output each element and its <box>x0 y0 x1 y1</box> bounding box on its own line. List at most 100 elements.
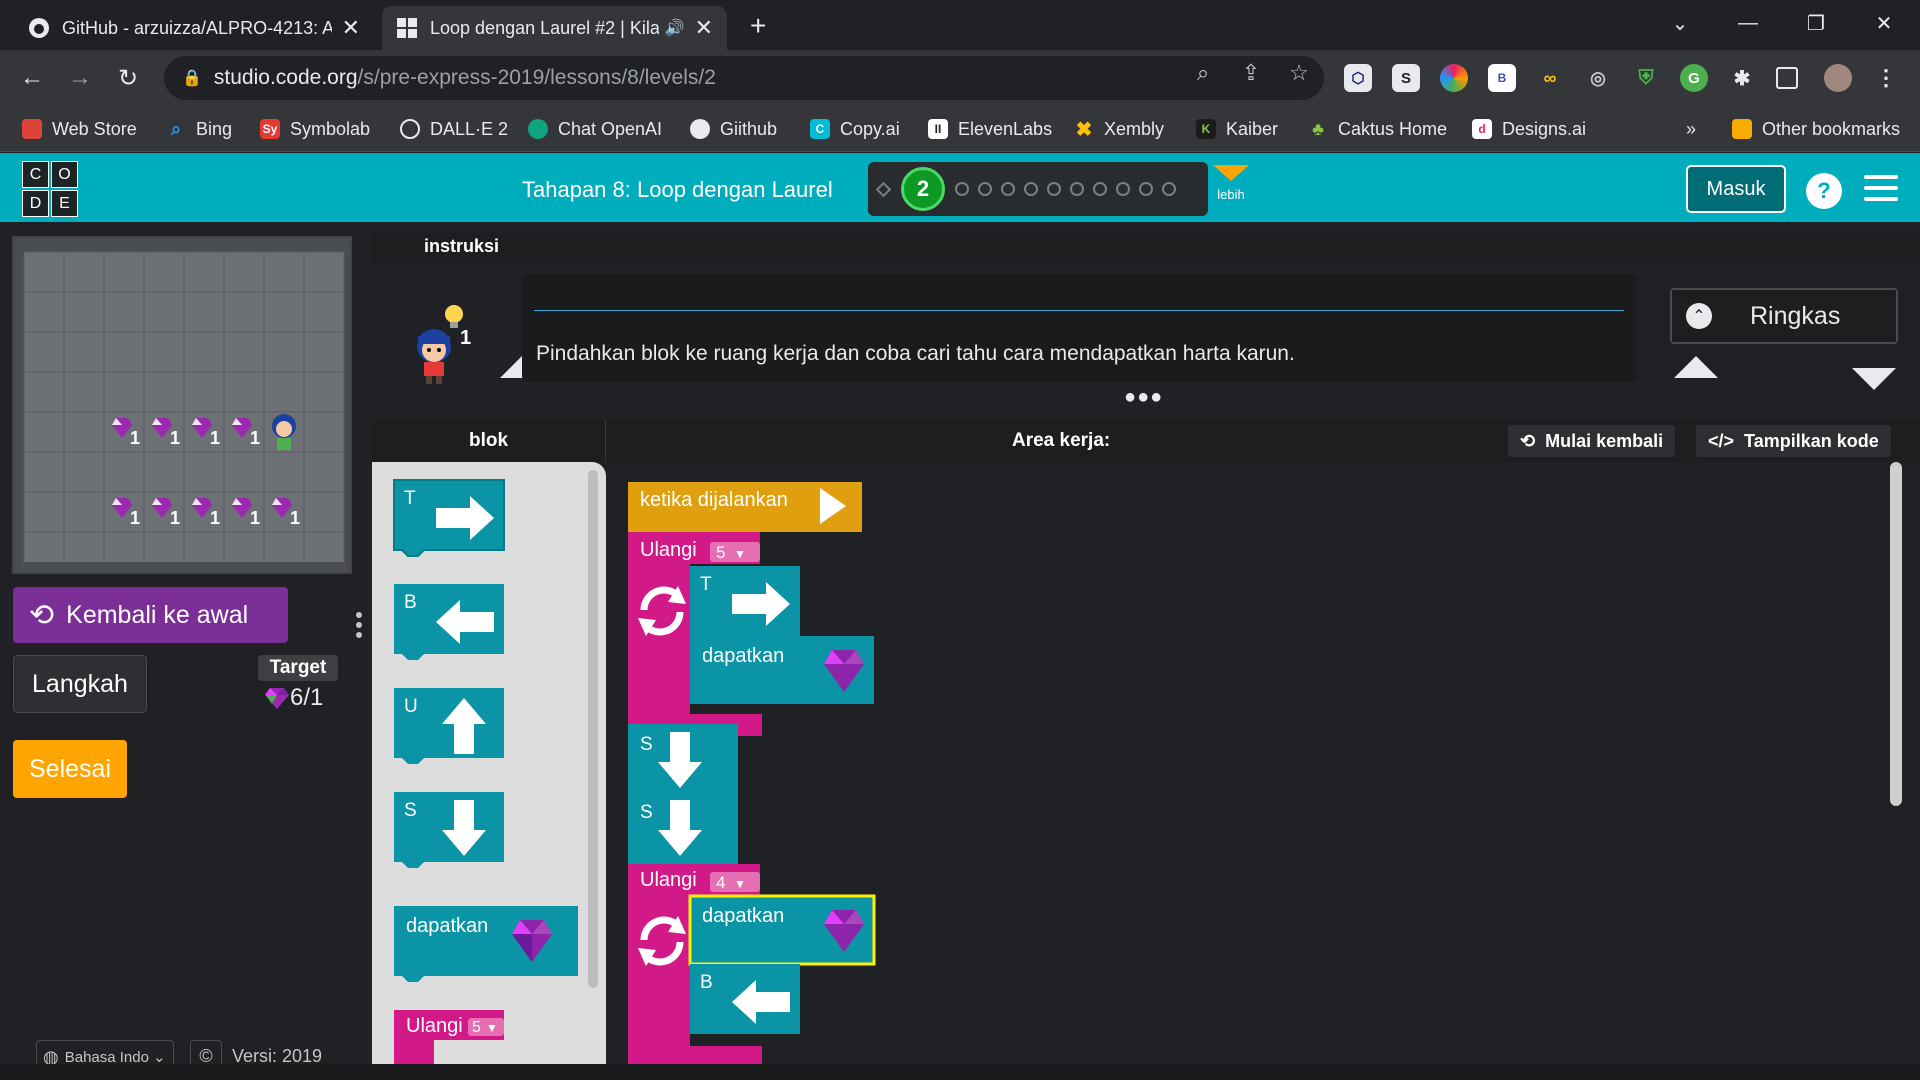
bookmark-star-icon[interactable]: ☆ <box>1284 58 1314 88</box>
level-dot[interactable] <box>1047 182 1061 196</box>
bookmark-kaiber[interactable]: K Kaiber <box>1196 114 1278 144</box>
extension-color-icon[interactable] <box>1440 64 1468 92</box>
scroll-up-icon[interactable] <box>1674 356 1718 378</box>
level-dot[interactable] <box>955 182 969 196</box>
level-dot[interactable] <box>1093 182 1107 196</box>
zoom-icon[interactable]: ⌕ <box>1188 58 1218 88</box>
collapse-instructions-button[interactable]: ⌃ Ringkas <box>1670 288 1898 344</box>
bookmark-designs-ai[interactable]: d Designs.ai <box>1472 114 1586 144</box>
level-dot[interactable] <box>1139 182 1153 196</box>
toolbox-title: blok <box>372 420 606 462</box>
bookmark-github[interactable]: Giithub <box>690 114 777 144</box>
hamburger-menu-icon[interactable] <box>1864 175 1898 205</box>
program-move-east[interactable]: T <box>690 566 800 636</box>
step-button[interactable]: Langkah <box>13 655 147 713</box>
current-level-bubble[interactable]: 2 <box>901 167 945 211</box>
scroll-down-icon[interactable] <box>1852 368 1896 390</box>
show-code-button[interactable]: </> Tampilkan kode <box>1696 425 1891 457</box>
address-bar[interactable]: 🔒 studio.code.org/s/pre-express-2019/les… <box>164 56 1324 100</box>
share-icon[interactable]: ⇪ <box>1236 58 1266 88</box>
extension-glasses-icon[interactable]: ◎ <box>1584 64 1612 92</box>
new-tab-icon[interactable]: + <box>750 10 766 42</box>
sign-in-button[interactable]: Masuk <box>1686 165 1786 213</box>
program-move-west[interactable]: B <box>690 964 800 1034</box>
extension-grammar-icon[interactable]: G <box>1680 64 1708 92</box>
back-icon[interactable]: ← <box>14 60 50 96</box>
when-run-block[interactable]: ketika dijalankan <box>628 482 862 532</box>
instructions-header: instruksi <box>372 232 1920 262</box>
restart-button[interactable]: ⟲ Mulai kembali <box>1508 425 1676 457</box>
search-icon: ⌕ <box>170 118 182 139</box>
bookmark-caktus[interactable]: ♣ Caktus Home <box>1308 114 1447 144</box>
stage-title[interactable]: Tahapan 8: Loop dengan Laurel <box>522 177 833 203</box>
repeat-count: 5 <box>472 1019 481 1036</box>
program-collect-2[interactable]: dapatkan <box>688 894 876 966</box>
program-collect-1[interactable]: dapatkan <box>690 636 874 704</box>
level-dot[interactable] <box>1001 182 1015 196</box>
block-label: dapatkan <box>702 645 784 667</box>
cactus-icon: ♣ <box>1312 118 1324 139</box>
gem-count: 1 <box>250 508 260 528</box>
level-dot[interactable] <box>1024 182 1038 196</box>
toolbox-block-repeat[interactable]: Ulangi 5 ▼ <box>394 1010 504 1064</box>
browser-menu-icon[interactable]: ⋮ <box>1872 64 1900 92</box>
close-tab-icon[interactable]: ✕ <box>695 15 713 41</box>
bookmark-elevenlabs[interactable]: II ElevenLabs <box>928 114 1052 144</box>
toolbox-block-move-west[interactable]: B <box>394 584 504 660</box>
block-label: Ulangi <box>640 539 697 561</box>
close-window-icon[interactable]: ✕ <box>1854 0 1914 46</box>
browser-tab-github[interactable]: GitHub - arzuizza/ALPRO-4213: A ✕ <box>14 6 374 50</box>
tab-title: Loop dengan Laurel #2 | Kila <box>430 17 659 38</box>
extension-icon[interactable]: ⬡ <box>1344 64 1372 92</box>
workspace-scrollbar[interactable] <box>1890 462 1902 806</box>
restore-icon[interactable]: ❐ <box>1786 0 1846 46</box>
extension-shield-icon[interactable]: ⛨ <box>1632 64 1660 92</box>
bookmark-web-store[interactable]: Web Store <box>22 114 137 144</box>
tab-search-icon[interactable]: ⌄ <box>1650 0 1710 46</box>
program-move-south-2[interactable]: S <box>628 794 738 864</box>
resize-ellipsis-icon[interactable]: ●●● <box>1124 386 1163 409</box>
bookmark-bing[interactable]: ⌕ Bing <box>166 114 232 144</box>
speaker-icon[interactable]: 🔊 <box>665 18 685 38</box>
toolbox-block-collect[interactable]: dapatkan <box>394 906 578 982</box>
forward-icon[interactable]: → <box>62 60 98 96</box>
tab-title: GitHub - arzuizza/ALPRO-4213: A <box>62 17 332 38</box>
bookmarks-overflow-button[interactable]: » <box>1686 114 1696 144</box>
extension-infinity-icon[interactable]: ∞ <box>1536 64 1564 92</box>
finish-button[interactable]: Selesai <box>13 740 127 798</box>
profile-avatar[interactable] <box>1824 64 1852 92</box>
block-label: S <box>640 734 653 755</box>
bookmark-dalle[interactable]: DALL·E 2 <box>400 114 508 144</box>
resize-handle[interactable] <box>356 612 364 642</box>
toolbox-scrollbar[interactable] <box>588 470 598 988</box>
extension-s-icon[interactable]: S <box>1392 64 1420 92</box>
more-levels-button[interactable]: lebih <box>1212 165 1250 202</box>
reset-button[interactable]: ⟲ Kembali ke awal <box>13 587 288 643</box>
bookmark-chat-openai[interactable]: Chat OpenAI <box>528 114 662 144</box>
code-org-logo[interactable]: CODE <box>22 161 78 217</box>
close-tab-icon[interactable]: ✕ <box>342 15 360 41</box>
toolbox-block-move-east[interactable]: T <box>393 479 505 557</box>
level-dot[interactable] <box>1116 182 1130 196</box>
reload-icon[interactable]: ↻ <box>110 60 146 96</box>
minimize-icon[interactable]: — <box>1718 0 1778 46</box>
other-bookmarks-folder[interactable]: Other bookmarks <box>1732 114 1900 144</box>
help-icon[interactable]: ? <box>1806 173 1842 209</box>
progress-lesson-icon[interactable] <box>875 181 892 197</box>
instructions-panel: instruksi 1 Pindahkan blok ke ruang kerj… <box>372 222 1920 408</box>
side-panel-icon[interactable] <box>1776 67 1798 89</box>
bookmark-xembly[interactable]: ✖ Xembly <box>1074 114 1164 144</box>
browser-tab-code-org[interactable]: Loop dengan Laurel #2 | Kila 🔊 ✕ <box>382 6 727 50</box>
extensions-puzzle-icon[interactable]: ✱ <box>1728 64 1756 92</box>
level-dot[interactable] <box>978 182 992 196</box>
level-dot[interactable] <box>1070 182 1084 196</box>
toolbox-block-move-north[interactable]: U <box>394 688 504 764</box>
toolbox-block-move-south[interactable]: S <box>394 792 504 868</box>
gem-count: 1 <box>130 428 140 448</box>
extension-b-icon[interactable]: B <box>1488 64 1516 92</box>
bookmark-copy-ai[interactable]: C Copy.ai <box>810 114 900 144</box>
program-move-south-1[interactable]: S <box>628 724 738 794</box>
browser-toolbar: ← → ↻ 🔒 studio.code.org/s/pre-express-20… <box>0 50 1920 106</box>
bookmark-symbolab[interactable]: Sy Symbolab <box>260 114 370 144</box>
level-dot[interactable] <box>1162 182 1176 196</box>
